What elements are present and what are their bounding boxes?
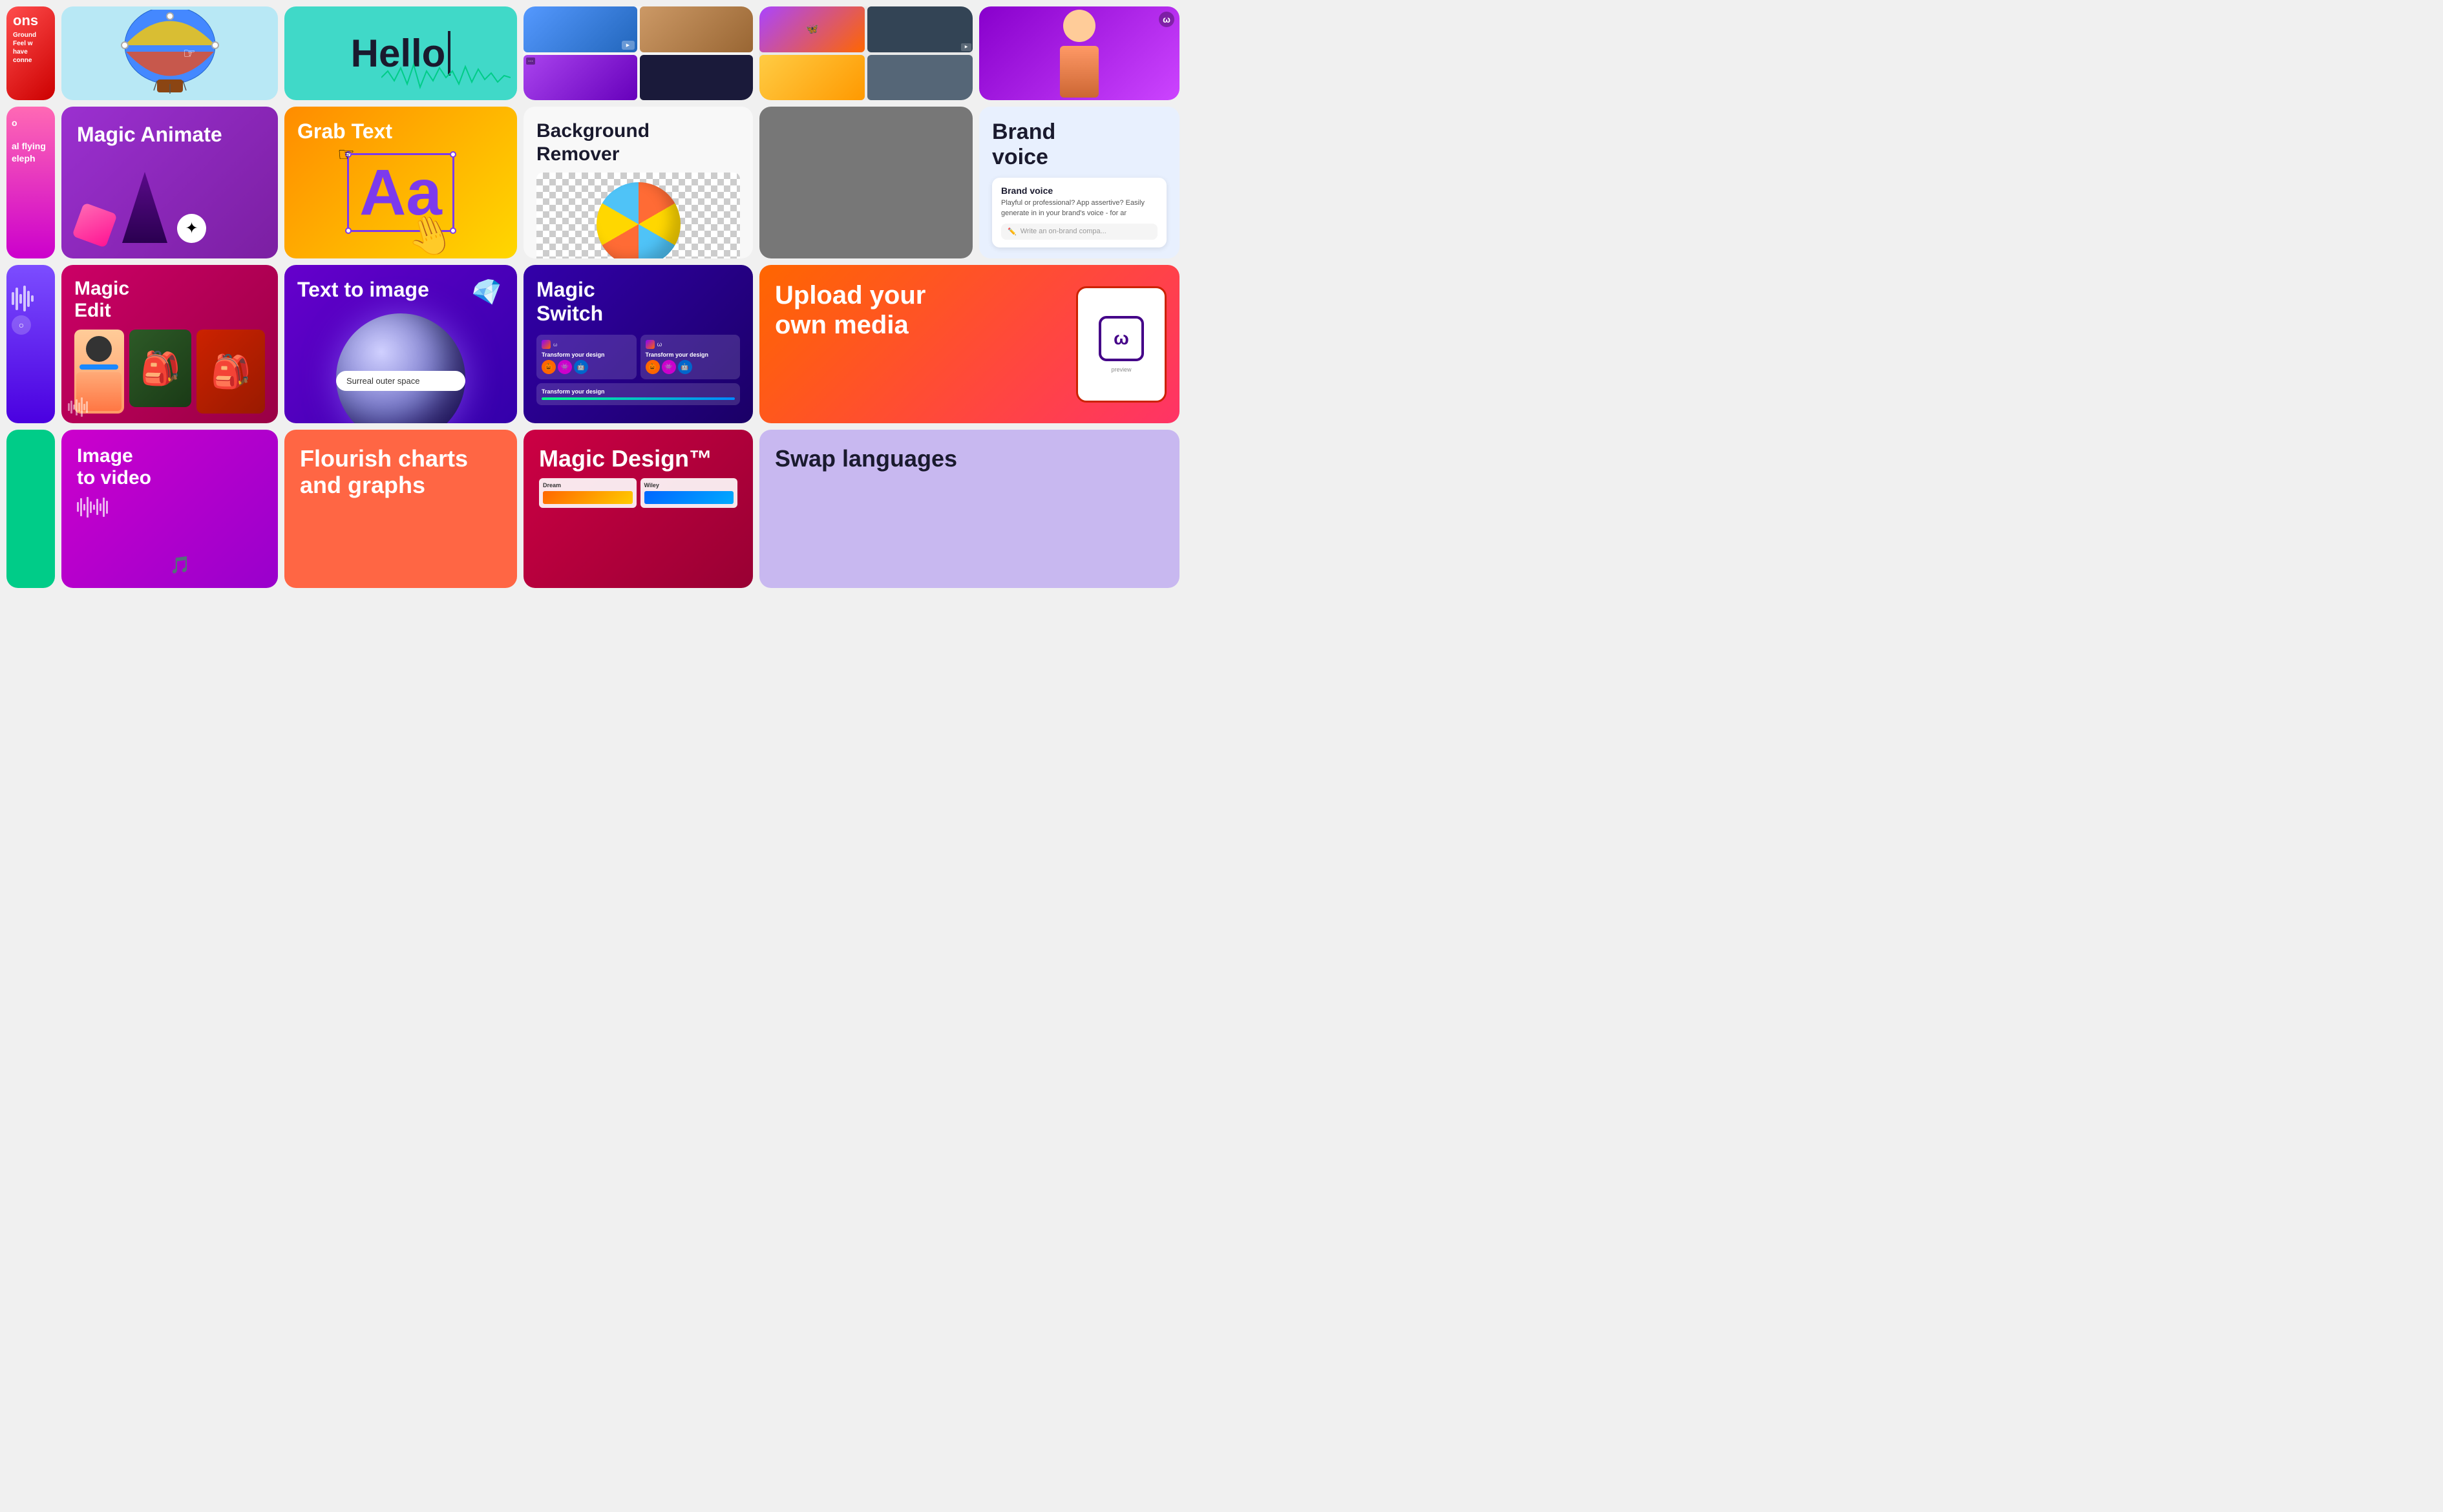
card-portrait: ω <box>979 6 1179 100</box>
tti-sphere <box>336 313 465 423</box>
bg-remover-title: BackgroundRemover <box>536 120 740 166</box>
card-partial-left-r2: oal flying eleph <box>6 107 55 258</box>
waveform-svg <box>381 61 511 94</box>
card-balloon: ☞ <box>61 6 278 100</box>
edit-waveform <box>68 397 88 417</box>
partial-r2-text: oal flying eleph <box>12 117 50 164</box>
card-text-to-image[interactable]: Text to image Surreal outer space 💎 <box>284 265 517 423</box>
tti-3d-shape: 💎 <box>468 273 509 313</box>
balloon-svg: ☞ <box>99 10 241 94</box>
magic-edit-title: MagicEdit <box>74 278 265 322</box>
card-flourish[interactable]: Flourish charts and graphs <box>284 430 517 588</box>
card-swap-languages[interactable]: Swap languages <box>759 430 1179 588</box>
upload-device-mockup: ω preview <box>1076 286 1167 403</box>
md-card-wiley: Wiley <box>644 482 734 488</box>
red-backpack: 🎒 <box>196 330 265 414</box>
brand-voice-card-title: Brand voice <box>1001 185 1158 196</box>
itv-title: Imageto video <box>77 445 262 489</box>
write-icon: ✏️ <box>1008 227 1017 236</box>
corner-dot-tr <box>450 151 456 158</box>
card-magic-switch[interactable]: MagicSwitch ω Transform your design 🎃 👾 … <box>524 265 753 423</box>
grab-cursor-icon: ☞ <box>337 143 355 166</box>
tti-title: Text to image <box>297 278 429 302</box>
card-magic-design[interactable]: Magic Design™ Dream Wiley <box>524 430 753 588</box>
brand-voice-card: Brand voice Playful or professional? App… <box>992 178 1167 247</box>
upload-logo: ω <box>1099 316 1144 361</box>
card-upload-media[interactable]: Upload yourown media ω preview <box>759 265 1179 423</box>
switch-card-3: Transform your design <box>536 383 740 405</box>
corner-dot-bl <box>345 227 352 234</box>
card-hello: Hello <box>284 6 517 100</box>
card-row4-col1 <box>6 430 55 588</box>
card-image-to-video[interactable]: Imageto video 🎵 <box>61 430 278 588</box>
magic-switch-title: MagicSwitch <box>536 278 740 326</box>
brand-voice-input[interactable]: ✏️ Write an on-brand compa... <box>1001 224 1158 240</box>
pink-cube-shape <box>72 202 117 247</box>
itv-waveform <box>77 496 262 518</box>
magic-design-title: Magic Design™ <box>539 445 737 472</box>
card-magic-animate[interactable]: Magic Animate ✦ <box>61 107 278 258</box>
checkerboard-bg <box>536 173 740 258</box>
dark-cone-shape <box>122 172 167 243</box>
green-backpack: 🎒 <box>129 330 191 407</box>
swap-languages-title: Swap languages <box>775 445 1164 472</box>
tti-input[interactable]: Surreal outer space <box>336 371 465 391</box>
switch-card-2: ω Transform your design 🎃 👾 🤖 <box>640 335 741 379</box>
card-magic-edit[interactable]: MagicEdit 🎒 🎒 <box>61 265 278 423</box>
md-card-dream: Dream <box>543 482 633 488</box>
card-photo-grid-2: 🦋 ▶ <box>759 6 973 100</box>
magic-animate-title: Magic Animate <box>77 122 262 147</box>
card-partial-left-r3: ○ <box>6 265 55 423</box>
brand-voice-card-text: Playful or professional? App assertive? … <box>1001 198 1158 218</box>
switch-card-1: ω Transform your design 🎃 👾 🤖 <box>536 335 637 379</box>
itv-deco: 🎵 <box>170 555 191 575</box>
magic-design-preview-cards: Dream Wiley <box>539 478 737 508</box>
r1c1-text: ons <box>13 13 48 28</box>
card-row2-col5 <box>759 107 973 258</box>
card-background-remover[interactable]: BackgroundRemover <box>524 107 753 258</box>
beach-ball <box>597 182 681 258</box>
svg-text:☞: ☞ <box>183 45 196 61</box>
tti-input-text: Surreal outer space <box>346 376 419 386</box>
flourish-title: Flourish charts and graphs <box>300 445 502 499</box>
sparkle-icon: ✦ <box>177 214 206 243</box>
switch-cards-grid: ω Transform your design 🎃 👾 🤖 ω Transfor… <box>536 335 740 405</box>
card-grab-text[interactable]: Grab Text Aa ☞ 🤚 <box>284 107 517 258</box>
card-brand-voice[interactable]: Brandvoice Brand voice Playful or profes… <box>979 107 1179 258</box>
card-row1-col1: ons GroundFeel whaveconne <box>6 6 55 100</box>
card-photo-grid: ▶ ⋯ <box>524 6 753 100</box>
brand-voice-title: Brandvoice <box>992 120 1167 170</box>
